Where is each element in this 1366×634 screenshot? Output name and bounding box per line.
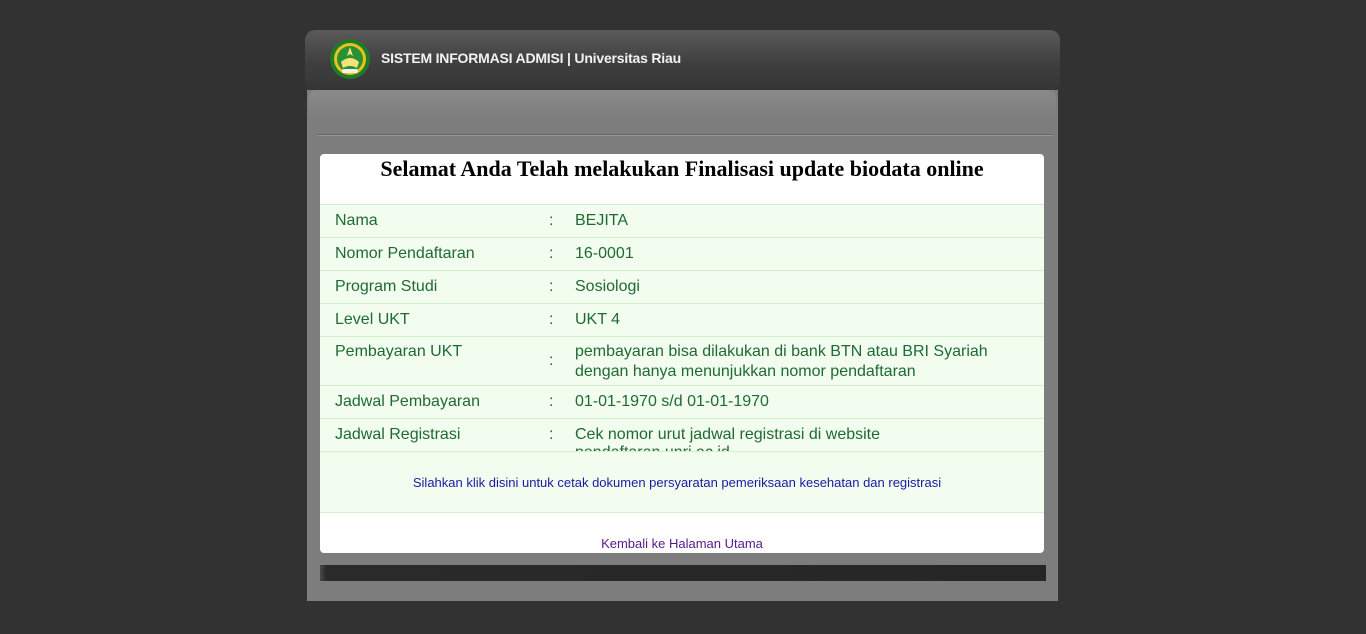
print-link-row: Silahkan klik disini untuk cetak dokumen… — [320, 451, 1044, 513]
row-separator: : — [549, 352, 554, 369]
row-value: Sosiologi — [575, 278, 640, 295]
site-header: SISTEM INFORMASI ADMISI | Universitas Ri… — [305, 30, 1060, 90]
table-row-nama: Nama : BEJITA — [320, 204, 1044, 237]
biodata-table: Nama : BEJITA Nomor Pendaftaran : 16-000… — [320, 204, 1044, 513]
finalization-card: Selamat Anda Telah melakukan Finalisasi … — [320, 154, 1044, 553]
row-label: Nomor Pendaftaran — [335, 245, 475, 262]
row-value: 16-0001 — [575, 245, 634, 262]
back-to-home-link[interactable]: Kembali ke Halaman Utama — [320, 536, 1044, 551]
row-label: Jadwal Registrasi — [335, 426, 461, 443]
row-label: Jadwal Pembayaran — [335, 393, 480, 410]
row-separator: : — [549, 212, 554, 229]
table-row-jadwal-registrasi: Jadwal Registrasi : Cek nomor urut jadwa… — [320, 418, 1044, 461]
site-title: SISTEM INFORMASI ADMISI | Universitas Ri… — [381, 50, 681, 66]
row-value: UKT 4 — [575, 311, 621, 328]
row-value: 01-01-1970 s/d 01-01-1970 — [575, 393, 769, 410]
row-label: Pembayaran UKT — [335, 343, 463, 360]
row-value: pembayaran bisa dilakukan di bank BTN at… — [575, 342, 1035, 382]
row-separator: : — [549, 278, 554, 295]
row-value: BEJITA — [575, 212, 629, 229]
footer-bar — [320, 565, 1046, 581]
divider — [318, 134, 1052, 136]
table-row-jadwal-pembayaran: Jadwal Pembayaran : 01-01-1970 s/d 01-01… — [320, 385, 1044, 418]
row-value-line: dengan hanya menunjukkan nomor pendaftar… — [575, 363, 916, 380]
university-crest-icon — [330, 39, 370, 79]
page-title: Selamat Anda Telah melakukan Finalisasi … — [380, 156, 984, 181]
print-documents-link[interactable]: Silahkan klik disini untuk cetak dokumen… — [320, 475, 1034, 490]
table-row-level-ukt: Level UKT : UKT 4 — [320, 303, 1044, 336]
row-label: Level UKT — [335, 311, 410, 328]
table-row-program-studi: Program Studi : Sosiologi — [320, 270, 1044, 303]
table-row-nomor-pendaftaran: Nomor Pendaftaran : 16-0001 — [320, 237, 1044, 270]
row-label: Program Studi — [335, 278, 438, 295]
row-separator: : — [549, 311, 554, 328]
row-separator: : — [549, 245, 554, 262]
row-separator: : — [549, 393, 554, 410]
row-label: Nama — [335, 212, 378, 229]
row-separator: : — [549, 426, 554, 443]
row-value-line: pembayaran bisa dilakukan di bank BTN at… — [575, 343, 988, 360]
table-row-pembayaran-ukt: Pembayaran UKT : pembayaran bisa dilakuk… — [320, 336, 1044, 385]
